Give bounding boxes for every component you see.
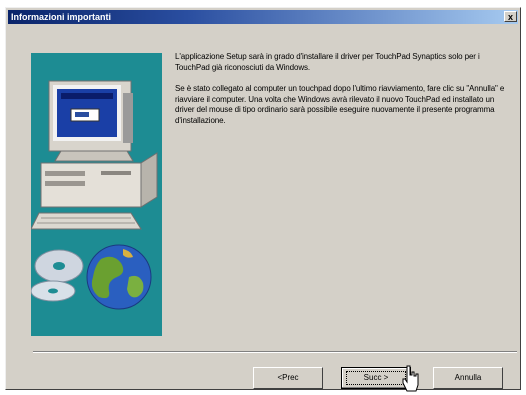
button-separator — [33, 351, 517, 353]
setup-dialog: Informazioni importanti x L'applicazione… — [5, 7, 521, 390]
prev-button[interactable]: <Prec — [253, 367, 323, 389]
setup-illustration — [31, 53, 162, 336]
cancel-button[interactable]: Annulla — [433, 367, 503, 389]
focus-ring — [346, 371, 406, 385]
window-title: Informazioni importanti — [11, 12, 111, 22]
title-bar[interactable]: Informazioni importanti x — [8, 10, 518, 24]
message-paragraph-1: L'applicazione Setup sarà in grado d'ins… — [175, 52, 480, 72]
hand-cursor-icon — [402, 365, 419, 392]
message-paragraph-2: Se è stato collegato al computer un touc… — [175, 84, 505, 125]
info-message: L'applicazione Setup sarà in grado d'ins… — [175, 52, 505, 137]
computer-illustration-icon — [31, 80, 158, 310]
close-button[interactable]: x — [504, 11, 517, 22]
